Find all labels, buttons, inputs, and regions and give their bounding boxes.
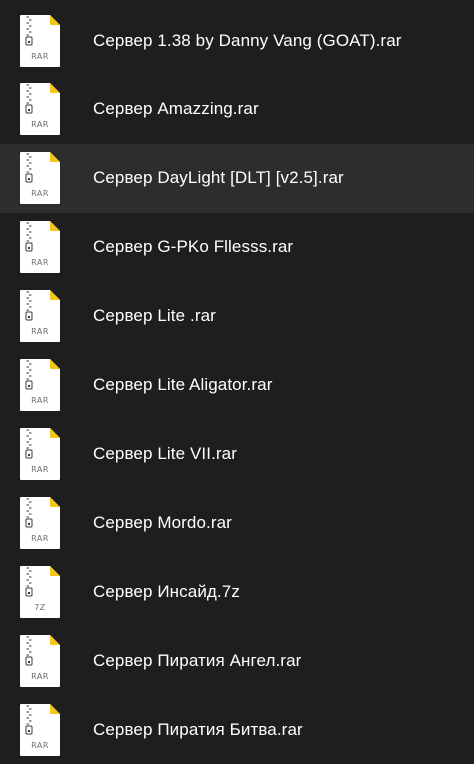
file-extension-label: RAR	[31, 258, 49, 268]
file-name: Сервер Amazzing.rar	[93, 99, 259, 119]
file-row[interactable]: RAR Сервер Пиратия Битва.rar	[0, 695, 474, 764]
file-extension-label: RAR	[31, 740, 49, 750]
rar-archive-icon: RAR	[20, 703, 60, 756]
file-extension-label: RAR	[31, 51, 49, 61]
rar-archive-icon: RAR	[20, 427, 60, 480]
file-name: Сервер DayLight [DLT] [v2.5].rar	[93, 168, 344, 188]
rar-archive-icon: RAR	[20, 14, 60, 67]
file-name: Сервер Lite VII.rar	[93, 443, 237, 463]
7z-archive-icon: 7Z	[20, 565, 60, 618]
rar-archive-icon: RAR	[20, 290, 60, 343]
rar-archive-icon: RAR	[20, 152, 60, 205]
file-name: Сервер Lite .rar	[93, 306, 216, 326]
file-extension-label: RAR	[31, 327, 49, 337]
file-extension-label: RAR	[31, 189, 49, 199]
file-name: Сервер Lite Aligator.rar	[93, 375, 273, 394]
file-row[interactable]: RAR Сервер Amazzing.rar	[0, 75, 474, 144]
rar-archive-icon: RAR	[20, 221, 60, 274]
file-name: Сервер Пиратия Битва.rar	[93, 719, 303, 739]
file-row[interactable]: 7Z Сервер Инсайд.7z	[0, 557, 474, 626]
file-row[interactable]: RAR Сервер Пиратия Ангел.rar	[0, 626, 474, 695]
rar-archive-icon: RAR	[20, 496, 60, 549]
file-extension-label: 7Z	[34, 602, 46, 612]
rar-archive-icon: RAR	[20, 634, 60, 687]
file-name: Сервер G-PKo Fllesss.rar	[93, 237, 294, 257]
file-name: Сервер Mordo.rar	[93, 512, 232, 532]
file-row[interactable]: RAR Сервер DayLight [DLT] [v2.5].rar	[0, 143, 474, 213]
file-extension-label: RAR	[31, 120, 49, 130]
file-row[interactable]: RAR Сервер Lite Aligator.rar	[0, 351, 474, 420]
file-extension-label: RAR	[31, 533, 49, 543]
file-row[interactable]: RAR Сервер G-PKo Fllesss.rar	[0, 213, 474, 282]
rar-archive-icon: RAR	[20, 83, 60, 136]
file-extension-label: RAR	[31, 396, 49, 405]
file-extension-label: RAR	[31, 464, 49, 474]
file-row[interactable]: RAR Сервер 1.38 by Danny Vang (GOAT).rar	[0, 6, 474, 75]
file-name: Сервер Инсайд.7z	[93, 581, 240, 601]
file-name: Сервер 1.38 by Danny Vang (GOAT).rar	[93, 30, 402, 50]
file-row[interactable]: RAR Сервер Lite VII.rar	[0, 419, 474, 488]
rar-archive-icon: RAR	[20, 359, 60, 411]
file-row[interactable]: RAR Сервер Lite .rar	[0, 282, 474, 351]
file-list: RAR Сервер 1.38 by Danny Vang (GOAT).rar…	[0, 0, 474, 761]
file-row[interactable]: RAR Сервер Mordo.rar	[0, 488, 474, 557]
file-extension-label: RAR	[31, 671, 49, 681]
file-name: Сервер Пиратия Ангел.rar	[93, 650, 302, 670]
